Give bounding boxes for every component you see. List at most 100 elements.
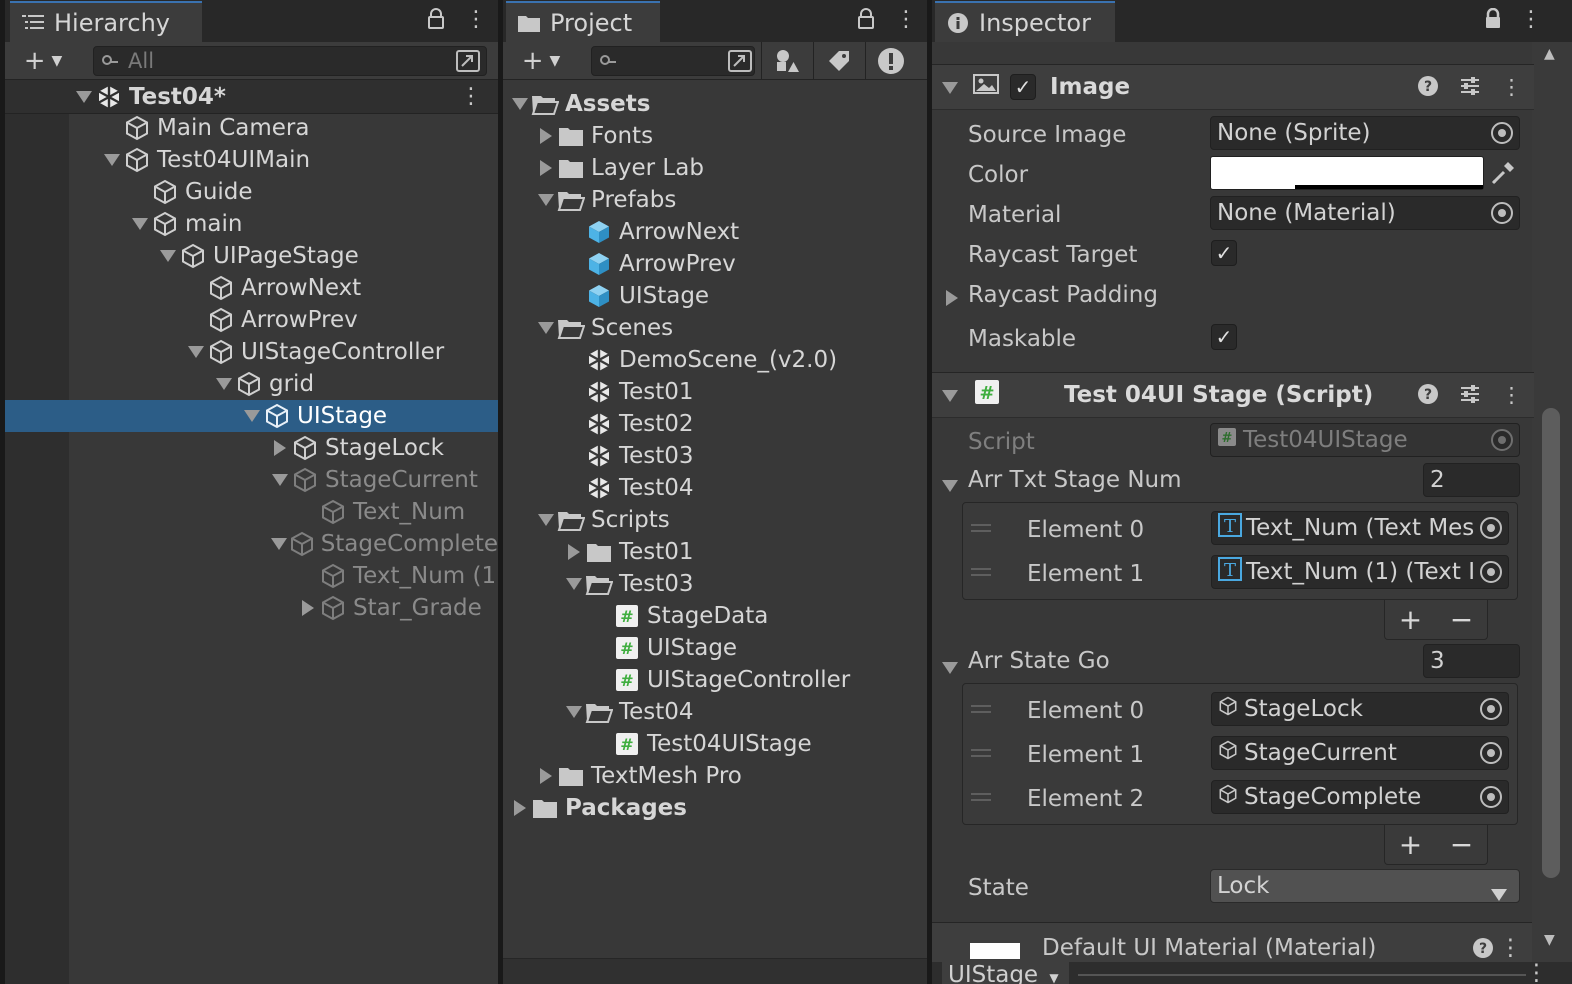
hierarchy-item[interactable]: StageCurrent bbox=[5, 464, 498, 496]
foldout-arrow-icon[interactable] bbox=[942, 382, 958, 408]
project-item[interactable]: Packages bbox=[503, 792, 927, 824]
expanded-arrow-icon[interactable] bbox=[535, 509, 557, 531]
element-object-field[interactable]: StageComplete bbox=[1211, 780, 1509, 814]
add-element-button[interactable]: + bbox=[1399, 828, 1422, 861]
project-item[interactable]: # UIStage bbox=[503, 632, 927, 664]
object-picker-icon[interactable] bbox=[1480, 786, 1502, 808]
hierarchy-search-input[interactable] bbox=[128, 49, 486, 73]
project-item[interactable]: TextMesh Pro bbox=[503, 760, 927, 792]
expanded-arrow-icon[interactable] bbox=[563, 701, 585, 723]
hierarchy-item[interactable]: ArrowPrev bbox=[5, 304, 498, 336]
remove-element-button[interactable]: − bbox=[1450, 828, 1473, 861]
drag-handle-icon[interactable] bbox=[971, 568, 991, 576]
project-item[interactable]: Test01 bbox=[503, 536, 927, 568]
lock-icon[interactable] bbox=[427, 8, 445, 36]
scroll-up-icon[interactable]: ▲ bbox=[1544, 46, 1555, 62]
collapsed-arrow-icon[interactable] bbox=[535, 125, 557, 147]
hierarchy-item[interactable]: StageComplete bbox=[5, 528, 498, 560]
foldout-arrow-icon[interactable] bbox=[942, 74, 958, 100]
help-icon[interactable]: ? bbox=[1417, 383, 1439, 410]
hierarchy-item[interactable]: main bbox=[5, 208, 498, 240]
create-button[interactable]: + ▼ bbox=[13, 46, 73, 76]
filter-by-label-icon[interactable] bbox=[821, 46, 857, 76]
drag-handle-icon[interactable] bbox=[971, 793, 991, 801]
hierarchy-item[interactable]: UIStageController bbox=[5, 336, 498, 368]
component-menu-icon[interactable]: ⋮ bbox=[1499, 935, 1522, 961]
object-picker-icon[interactable] bbox=[1480, 742, 1502, 764]
hierarchy-item[interactable]: Text_Num bbox=[5, 496, 498, 528]
hierarchy-item[interactable]: Test04UIMain bbox=[5, 144, 498, 176]
collapsed-arrow-icon[interactable] bbox=[269, 437, 291, 459]
project-item[interactable]: Prefabs bbox=[503, 184, 927, 216]
maskable-checkbox[interactable]: ✓ bbox=[1211, 324, 1237, 350]
project-item[interactable]: Test04 bbox=[503, 696, 927, 728]
scene-search-icon[interactable] bbox=[456, 50, 480, 77]
foldout-arrow-icon[interactable] bbox=[942, 472, 958, 498]
project-item[interactable]: ArrowPrev bbox=[503, 248, 927, 280]
scene-header-row[interactable]: Test04* ⋮ bbox=[5, 80, 498, 114]
eyedropper-icon[interactable] bbox=[1490, 160, 1516, 192]
project-item[interactable]: UIStage bbox=[503, 280, 927, 312]
project-item[interactable]: Test04 bbox=[503, 472, 927, 504]
foldout-arrow-icon[interactable] bbox=[946, 286, 958, 312]
collapsed-arrow-icon[interactable] bbox=[535, 765, 557, 787]
expanded-arrow-icon[interactable] bbox=[157, 245, 179, 267]
expanded-arrow-icon[interactable] bbox=[535, 189, 557, 211]
hierarchy-item[interactable]: StageLock bbox=[5, 432, 498, 464]
drag-handle-icon[interactable] bbox=[971, 705, 991, 713]
arr-txt-size-field[interactable]: 2 bbox=[1423, 463, 1520, 497]
hierarchy-item[interactable]: Star_Grade bbox=[5, 592, 498, 624]
lock-icon[interactable] bbox=[857, 8, 875, 36]
tab-inspector[interactable]: Inspector bbox=[935, 1, 1115, 42]
material-field[interactable]: None (Material) bbox=[1210, 196, 1520, 230]
remove-element-button[interactable]: − bbox=[1450, 603, 1473, 636]
object-picker-icon[interactable] bbox=[1480, 561, 1502, 583]
kebab-menu-icon[interactable]: ⋮ bbox=[1525, 960, 1548, 984]
presets-icon[interactable] bbox=[1459, 75, 1481, 102]
expanded-arrow-icon[interactable] bbox=[129, 213, 151, 235]
add-element-button[interactable]: + bbox=[1399, 603, 1422, 636]
search-scope-icon[interactable] bbox=[725, 46, 755, 76]
project-item[interactable]: Test03 bbox=[503, 568, 927, 600]
expanded-arrow-icon[interactable] bbox=[185, 341, 207, 363]
expanded-arrow-icon[interactable] bbox=[269, 469, 291, 491]
state-dropdown[interactable]: Lock bbox=[1210, 869, 1520, 903]
collapsed-arrow-icon[interactable] bbox=[563, 541, 585, 563]
arr-txt-stage-num-label[interactable]: Arr Txt Stage Num bbox=[968, 463, 1182, 497]
expanded-arrow-icon[interactable] bbox=[241, 405, 263, 427]
tab-project[interactable]: Project bbox=[506, 1, 660, 42]
project-item[interactable]: # Test04UIStage bbox=[503, 728, 927, 760]
help-icon[interactable]: ? bbox=[1417, 75, 1439, 102]
preview-target-dropdown[interactable]: UIStage ▼ bbox=[942, 962, 1069, 984]
expanded-arrow-icon[interactable] bbox=[509, 93, 531, 115]
project-item[interactable]: ArrowNext bbox=[503, 216, 927, 248]
warning-filter-icon[interactable] bbox=[873, 46, 909, 76]
kebab-menu-icon[interactable]: ⋮ bbox=[895, 8, 917, 32]
component-menu-icon[interactable]: ⋮ bbox=[1501, 383, 1522, 410]
drag-handle-icon[interactable] bbox=[971, 749, 991, 757]
create-asset-button[interactable]: + ▼ bbox=[511, 46, 571, 76]
element-object-field[interactable]: T Text_Num (1) (Text I bbox=[1211, 555, 1509, 589]
help-icon[interactable]: ? bbox=[1472, 937, 1494, 965]
hierarchy-search[interactable] bbox=[93, 46, 487, 76]
project-item[interactable]: Test02 bbox=[503, 408, 927, 440]
arr-state-go-label[interactable]: Arr State Go bbox=[968, 644, 1110, 678]
project-item[interactable]: Test01 bbox=[503, 376, 927, 408]
script-component-header[interactable]: # Test 04UI Stage (Script) ? ⋮ bbox=[932, 372, 1534, 418]
project-item[interactable]: DemoScene_(v2.0) bbox=[503, 344, 927, 376]
hierarchy-item[interactable]: grid bbox=[5, 368, 498, 400]
kebab-menu-icon[interactable]: ⋮ bbox=[465, 8, 487, 32]
project-item[interactable]: # StageData bbox=[503, 600, 927, 632]
arr-state-size-field[interactable]: 3 bbox=[1423, 644, 1520, 678]
project-item[interactable]: Layer Lab bbox=[503, 152, 927, 184]
expanded-arrow-icon[interactable] bbox=[563, 573, 585, 595]
raycast-target-checkbox[interactable]: ✓ bbox=[1211, 240, 1237, 266]
project-item[interactable]: Scenes bbox=[503, 312, 927, 344]
filter-by-type-icon[interactable] bbox=[769, 46, 805, 76]
object-picker-icon[interactable] bbox=[1491, 202, 1513, 224]
foldout-arrow-icon[interactable] bbox=[942, 654, 958, 680]
collapsed-arrow-icon[interactable] bbox=[535, 157, 557, 179]
scroll-down-icon[interactable]: ▼ bbox=[1544, 932, 1555, 948]
hierarchy-item[interactable]: ArrowNext bbox=[5, 272, 498, 304]
source-image-field[interactable]: None (Sprite) bbox=[1210, 116, 1520, 150]
